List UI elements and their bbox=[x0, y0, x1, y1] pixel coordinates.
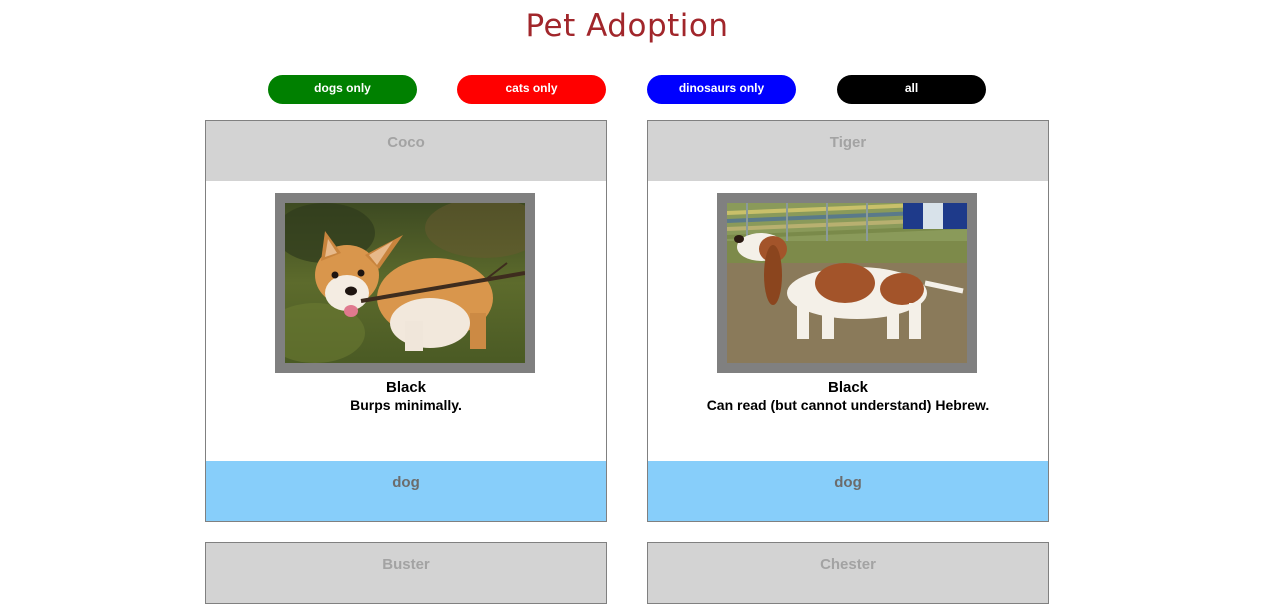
pet-card: Buster bbox=[205, 542, 607, 604]
basset-hound-photo bbox=[727, 203, 967, 363]
pet-type: dog bbox=[648, 461, 1048, 521]
pet-description: Can read (but cannot understand) Hebrew. bbox=[706, 397, 990, 413]
pet-card: Tiger Black Can read (but cannot underst… bbox=[647, 120, 1049, 522]
pet-name: Tiger bbox=[648, 121, 1048, 181]
pet-card: Chester bbox=[647, 542, 1049, 604]
all-pets-button[interactable]: all bbox=[837, 75, 986, 104]
dinosaurs-only-button[interactable]: dinosaurs only bbox=[647, 75, 796, 104]
pet-name: Buster bbox=[206, 543, 606, 603]
pet-card: Coco Black Burps minimally. dog bbox=[205, 120, 607, 522]
pet-card-body: Black Can read (but cannot understand) H… bbox=[648, 181, 1048, 461]
pet-photo-frame bbox=[717, 193, 977, 373]
page-title: Pet Adoption bbox=[525, 8, 729, 44]
pet-card-body: Black Burps minimally. bbox=[206, 181, 606, 461]
pet-color: Black bbox=[827, 379, 869, 396]
corgi-photo bbox=[285, 203, 525, 363]
dogs-only-button[interactable]: dogs only bbox=[268, 75, 417, 104]
pet-name: Coco bbox=[206, 121, 606, 181]
pet-photo-frame bbox=[275, 193, 535, 373]
pet-color: Black bbox=[385, 379, 427, 396]
pet-type: dog bbox=[206, 461, 606, 521]
pet-name: Chester bbox=[648, 543, 1048, 603]
pet-description: Burps minimally. bbox=[350, 397, 462, 413]
cats-only-button[interactable]: cats only bbox=[457, 75, 606, 104]
